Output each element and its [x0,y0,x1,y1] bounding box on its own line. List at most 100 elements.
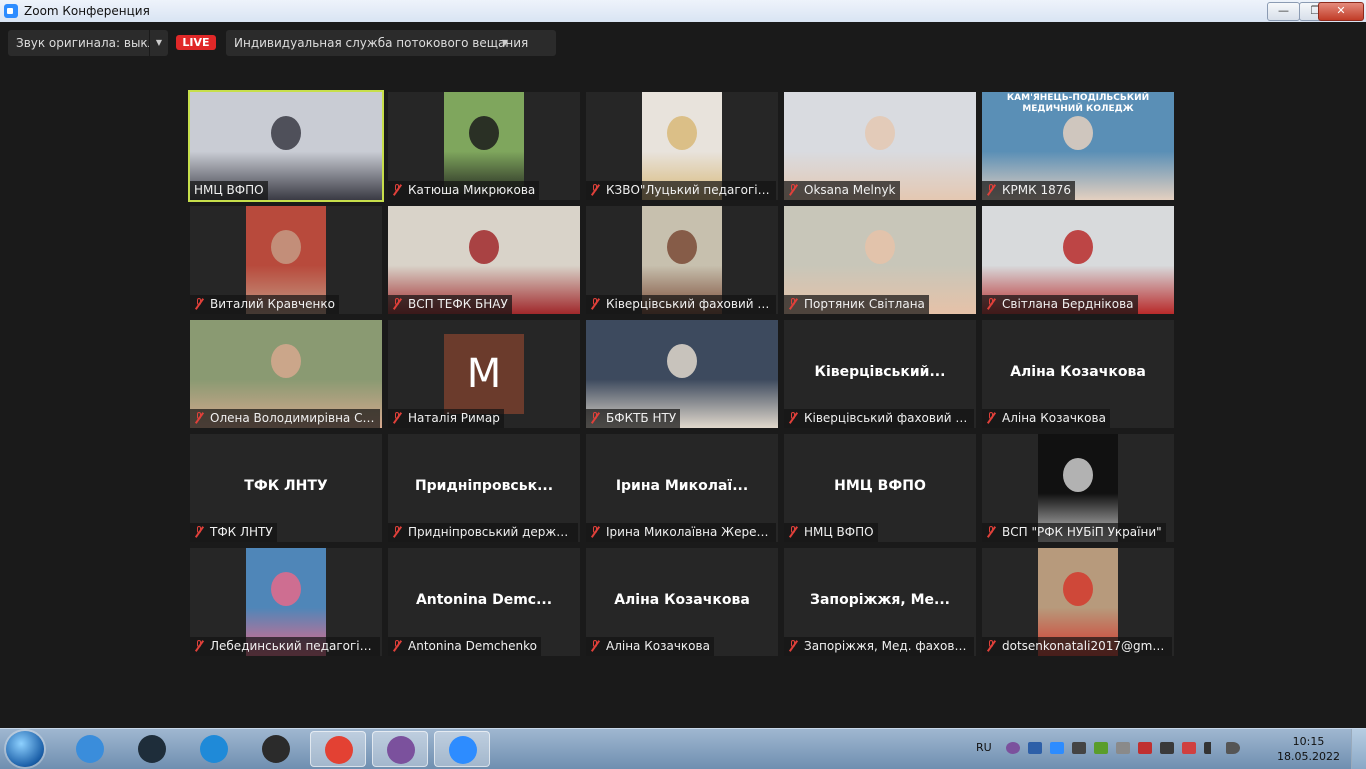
start-button[interactable] [6,731,44,767]
participant-tile[interactable]: Аліна Козачкова Аліна Козачкова [982,320,1174,428]
bluetooth-icon[interactable] [1028,742,1042,754]
participant-silhouette [271,343,301,378]
mic-muted-icon [194,640,204,652]
taskbar-edge-button[interactable] [186,731,242,767]
participant-display-name: Аліна Козачкова [614,592,750,608]
taskbar-internet-explorer-button[interactable] [62,731,118,767]
original-sound-dropdown-icon[interactable]: ▼ [149,30,168,56]
participant-name: Запоріжжя, Мед. фаховий... [804,639,974,653]
participant-name: КРМК 1876 [1002,183,1071,197]
participant-silhouette [469,229,499,264]
edge-icon [200,735,228,763]
participant-tile[interactable]: Катюша Микрюкова [388,92,580,200]
participant-tile[interactable]: Виталий Кравченко [190,206,382,314]
scanner-icon [262,735,290,763]
volume-icon[interactable] [1226,742,1240,754]
participant-name: Аліна Козачкова [606,639,710,653]
drive-icon[interactable] [1116,742,1130,754]
participant-tile[interactable]: Ківерцівський фаховий ме... [586,206,778,314]
participant-display-name: Antonina Demc... [415,592,553,608]
participant-tile[interactable]: Запоріжжя, Ме... Запоріжжя, Мед. фаховий.… [784,548,976,656]
participant-tile[interactable]: Ківерцівський... Ківерцівський фаховий ме… [784,320,976,428]
participant-name: Ірина Миколаївна Жеревч... [606,525,776,539]
taskbar-scanner-button[interactable] [248,731,304,767]
participant-display-name: Запоріжжя, Ме... [810,592,950,608]
display-icon[interactable] [1072,742,1086,754]
mic-muted-icon [590,298,600,310]
participant-name: Портяник Світлана [804,297,925,311]
taskbar-viber-button[interactable] [372,731,428,767]
media-player-icon [138,735,166,763]
participant-silhouette [271,229,301,264]
show-desktop-button[interactable] [1351,729,1366,769]
participant-tile[interactable]: dotsenkonatali2017@gmail... [982,548,1174,656]
close-button[interactable]: ✕ [1318,2,1364,21]
participant-tile[interactable]: НМЦ ВФПО НМЦ ВФПО [784,434,976,542]
chrome-icon [325,736,353,764]
clock[interactable]: 10:15 18.05.2022 [1277,734,1340,764]
mic-muted-icon [788,184,798,196]
participant-name: Наталія Римар [408,411,500,425]
original-sound-toggle[interactable]: Звук оригинала: выкл. [8,30,168,56]
zoom-tray-icon[interactable] [1050,742,1064,754]
streaming-dropdown-icon[interactable]: ▼ [496,30,514,56]
participant-tile[interactable]: Oksana Melnyk [784,92,976,200]
participant-tile[interactable]: КЗВО"Луцький педагогічн... [586,92,778,200]
participant-tile[interactable]: ТФК ЛНТУ ТФК ЛНТУ [190,434,382,542]
viber-tray-icon[interactable] [1006,742,1020,754]
participant-silhouette [667,343,697,378]
participant-name: Аліна Козачкова [1002,411,1106,425]
taskbar-zoom-button[interactable] [434,731,490,767]
participant-nameplate: Аліна Козачкова [982,409,1110,428]
participant-nameplate: Олена Володимирівна Со... [190,409,380,428]
participant-tile[interactable]: Світлана Берднікова [982,206,1174,314]
participant-nameplate: Портяник Світлана [784,295,929,314]
participant-silhouette [1063,571,1093,606]
participant-nameplate: НМЦ ВФПО [190,181,268,200]
participant-name: Ківерцівський фаховий ме... [606,297,776,311]
participant-tile[interactable]: Олена Володимирівна Со... [190,320,382,428]
participant-tile[interactable]: Придніпровськ... Придніпровський держав..… [388,434,580,542]
participant-nameplate: Ірина Миколаївна Жеревч... [586,523,776,542]
monitor-icon[interactable] [1160,742,1174,754]
participant-silhouette [1063,229,1093,264]
clock-time: 10:15 [1292,735,1325,748]
remove-device-icon[interactable] [1182,742,1196,754]
original-sound-label: Звук оригинала: выкл. [16,36,160,50]
participant-nameplate: КЗВО"Луцький педагогічн... [586,181,776,200]
participant-tile[interactable]: Аліна Козачкова Аліна Козачкова [586,548,778,656]
participant-tile[interactable]: НМЦ ВФПО [188,90,384,202]
participant-tile[interactable]: ВСП ТЕФК БНАУ [388,206,580,314]
mic-muted-icon [392,412,402,424]
participant-name: ВСП "РФК НУБіП України" [1002,525,1162,539]
participant-tile[interactable]: КАМ'ЯНЕЦЬ-ПОДІЛЬСЬКИЙ МЕДИЧНИЙ КОЛЕДЖ КРМ… [982,92,1174,200]
participant-silhouette [865,229,895,264]
nvidia-icon[interactable] [1094,742,1108,754]
window-title: Zoom Конференция [24,4,150,18]
participant-tile[interactable]: Портяник Світлана [784,206,976,314]
participant-display-name: Придніпровськ... [414,478,554,494]
participant-nameplate: Лебединський педагогічн... [190,637,380,656]
signal-icon[interactable] [1204,742,1218,754]
participant-tile[interactable]: M Наталія Римар [388,320,580,428]
participant-tile[interactable]: Antonina Demc... Antonina Demchenko [388,548,580,656]
network-error-icon[interactable] [1138,742,1152,754]
participant-nameplate: Наталія Римар [388,409,504,428]
participant-name: Oksana Melnyk [804,183,896,197]
participant-name: Antonina Demchenko [408,639,537,653]
participant-tile[interactable]: Ірина Миколаї... Ірина Миколаївна Жеревч.… [586,434,778,542]
mic-muted-icon [590,184,600,196]
participant-silhouette [667,115,697,150]
taskbar-chrome-button[interactable] [310,731,366,767]
mic-muted-icon [788,412,798,424]
mic-muted-icon [590,412,600,424]
participant-tile[interactable]: БФКТБ НТУ [586,320,778,428]
participant-tile[interactable]: ВСП "РФК НУБіП України" [982,434,1174,542]
taskbar-media-player-button[interactable] [124,731,180,767]
participant-nameplate: Запоріжжя, Мед. фаховий... [784,637,974,656]
participant-name: dotsenkonatali2017@gmail... [1002,639,1172,653]
participant-tile[interactable]: Лебединський педагогічн... [190,548,382,656]
live-badge[interactable]: LIVE [176,35,216,50]
minimize-button[interactable]: — [1267,2,1300,21]
language-indicator[interactable]: RU [976,741,992,754]
